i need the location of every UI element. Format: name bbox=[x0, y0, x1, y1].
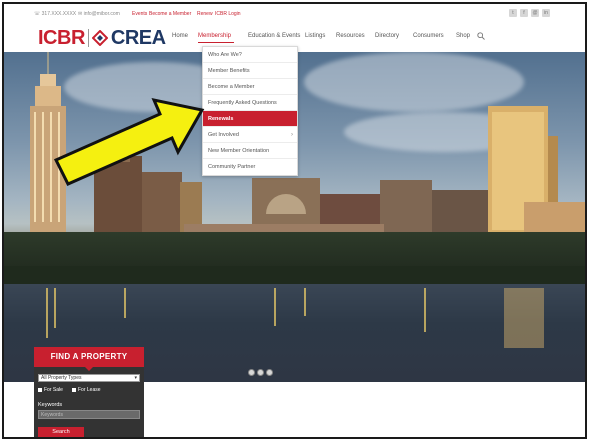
logo-divider bbox=[87, 29, 89, 47]
site-logo[interactable]: ICBR CREA bbox=[38, 27, 166, 49]
property-type-select[interactable]: All Property Types ▾ bbox=[38, 374, 140, 382]
dropdown-item-label: Get Involved bbox=[208, 132, 239, 138]
nav-listings[interactable]: Listings bbox=[305, 33, 325, 39]
hero-building bbox=[380, 180, 432, 232]
facebook-icon[interactable]: f bbox=[520, 9, 528, 17]
logo-crea-text: CREA bbox=[110, 26, 166, 49]
hero-cloud bbox=[304, 52, 524, 112]
email-link[interactable]: ✉ info@mibor.com bbox=[78, 11, 120, 17]
nav-active-underline bbox=[198, 42, 234, 43]
nav-shop[interactable]: Shop bbox=[456, 33, 470, 39]
dropdown-item-get-involved[interactable]: Get Involved › bbox=[203, 127, 297, 143]
chevron-right-icon: › bbox=[291, 132, 293, 138]
linkedin-icon[interactable]: in bbox=[542, 9, 550, 17]
utility-bar: ☏ 317.XXX.XXXX ✉ info@mibor.com Events B… bbox=[4, 4, 585, 24]
carousel-dot-1[interactable] bbox=[248, 369, 255, 376]
dropdown-item-community-partner[interactable]: Community Partner bbox=[203, 159, 297, 175]
nav-education-events[interactable]: Education & Events bbox=[248, 33, 300, 39]
hero-park bbox=[4, 232, 585, 268]
dropdown-item-become-member[interactable]: Become a Member bbox=[203, 79, 297, 95]
dropdown-item-faq[interactable]: Frequently Asked Questions bbox=[203, 95, 297, 111]
utility-link-events[interactable]: Events bbox=[132, 11, 147, 17]
search-button[interactable]: Search bbox=[38, 427, 84, 437]
phone-icon: ☏ bbox=[34, 11, 42, 17]
dropdown-item-new-member-orientation[interactable]: New Member Orientation bbox=[203, 143, 297, 159]
hero-reflection bbox=[46, 288, 48, 338]
hero-reflection bbox=[124, 288, 126, 318]
find-property-panel: FIND A PROPERTY All Property Types ▾ For… bbox=[34, 347, 144, 437]
email-icon[interactable]: @ bbox=[531, 9, 539, 17]
property-type-value: All Property Types bbox=[41, 375, 82, 381]
utility-link-become-member[interactable]: Become a Member bbox=[149, 11, 191, 17]
chevron-down-icon: ▾ bbox=[134, 375, 137, 381]
hero-building bbox=[524, 202, 585, 232]
membership-dropdown: Who Are We? Member Benefits Become a Mem… bbox=[202, 46, 298, 176]
utility-link-login[interactable]: ICBR Login bbox=[215, 11, 241, 17]
yellow-arrow-annotation bbox=[53, 97, 205, 186]
logo-icbr-text: ICBR bbox=[38, 26, 85, 49]
crea-logo-icon bbox=[91, 30, 108, 46]
for-sale-checkbox[interactable]: For Sale bbox=[38, 387, 63, 393]
for-sale-label: For Sale bbox=[44, 387, 63, 393]
utility-link-renew[interactable]: Renew bbox=[197, 11, 213, 17]
for-lease-checkbox[interactable]: For Lease bbox=[72, 387, 101, 393]
nav-resources[interactable]: Resources bbox=[336, 33, 365, 39]
hero-reflection bbox=[304, 288, 306, 316]
for-lease-label: For Lease bbox=[78, 387, 101, 393]
hero-reflection bbox=[274, 288, 276, 326]
checkbox-box bbox=[72, 388, 76, 392]
dropdown-item-renewals[interactable]: Renewals bbox=[203, 111, 297, 127]
dropdown-item-member-benefits[interactable]: Member Benefits bbox=[203, 63, 297, 79]
hero-reflection bbox=[424, 288, 426, 332]
keywords-input[interactable]: Keywords bbox=[38, 410, 140, 419]
nav-consumers[interactable]: Consumers bbox=[413, 33, 444, 39]
search-icon[interactable] bbox=[477, 32, 485, 40]
carousel-dot-2[interactable] bbox=[257, 369, 264, 376]
twitter-icon[interactable]: t bbox=[509, 9, 517, 17]
nav-directory[interactable]: Directory bbox=[375, 33, 399, 39]
browser-frame: ☏ 317.XXX.XXXX ✉ info@mibor.com Events B… bbox=[2, 2, 587, 439]
dropdown-item-who-are-we[interactable]: Who Are We? bbox=[203, 47, 297, 63]
keywords-label: Keywords bbox=[38, 402, 63, 408]
hero-building bbox=[432, 190, 488, 232]
find-property-title: FIND A PROPERTY bbox=[34, 347, 144, 371]
nav-home[interactable]: Home bbox=[172, 33, 188, 39]
hero-reflection bbox=[54, 288, 56, 328]
checkbox-box bbox=[38, 388, 42, 392]
nav-membership[interactable]: Membership bbox=[198, 33, 231, 39]
phone-number[interactable]: ☏ 317.XXX.XXXX bbox=[34, 11, 76, 17]
carousel-dot-3[interactable] bbox=[266, 369, 273, 376]
hero-reflection bbox=[504, 288, 544, 348]
